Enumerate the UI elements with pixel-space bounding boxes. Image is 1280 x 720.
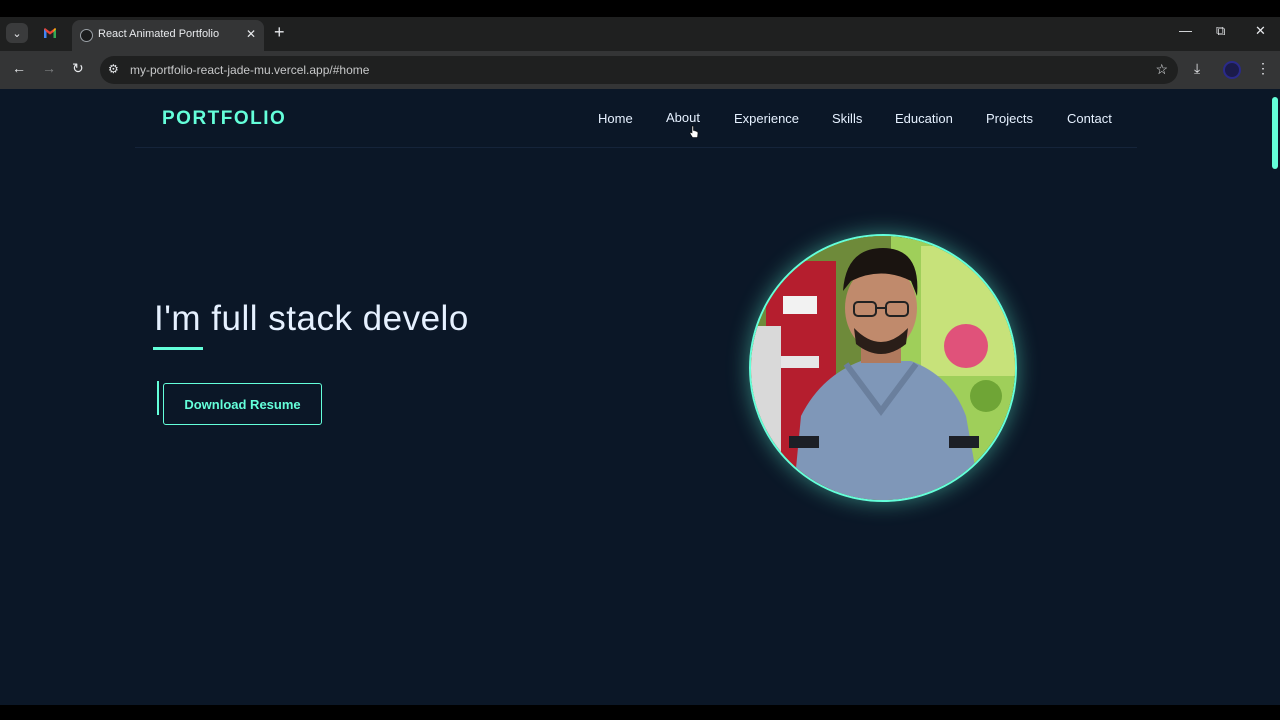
nav-link-about[interactable]: About [666, 110, 700, 125]
typing-caret [157, 381, 159, 415]
close-tab-icon[interactable]: ✕ [246, 27, 256, 41]
nav-link-home[interactable]: Home [598, 111, 633, 126]
site-logo[interactable]: PORTFOLIO [162, 108, 286, 130]
page-scrollbar-thumb[interactable] [1272, 97, 1278, 169]
download-icon[interactable]: ⤓ [1194, 60, 1200, 77]
gmail-icon[interactable] [43, 25, 57, 41]
minimize-icon[interactable]: — [1179, 23, 1192, 38]
nav-link-education[interactable]: Education [895, 111, 953, 126]
nav-link-contact[interactable]: Contact [1067, 111, 1112, 126]
screen-top-border [0, 0, 1280, 17]
back-icon[interactable]: ← [12, 60, 26, 76]
site-info-icon[interactable]: ⚙ [108, 62, 119, 76]
menu-kebab-icon[interactable]: ⋮ [1256, 60, 1270, 77]
favicon-icon [80, 29, 93, 42]
url-text[interactable]: my-portfolio-react-jade-mu.vercel.app/#h… [130, 63, 369, 77]
chevron-down-icon: ⌄ [12, 27, 22, 40]
restore-icon[interactable]: ⧉ [1216, 23, 1225, 39]
headline-accent-underline [153, 347, 203, 350]
tab-search-button[interactable]: ⌄ [6, 23, 28, 43]
tab-title: React Animated Portfolio [98, 28, 220, 40]
forward-icon[interactable]: → [42, 60, 56, 76]
nav-link-experience[interactable]: Experience [734, 111, 799, 126]
nav-link-skills[interactable]: Skills [832, 111, 862, 126]
browser-toolbar: ← → ↻ ⚙ my-portfolio-react-jade-mu.verce… [0, 51, 1280, 89]
profile-photo [749, 234, 1017, 502]
portfolio-page: PORTFOLIO Home About Experience Skills E… [0, 89, 1280, 705]
screen-bottom-border [0, 705, 1280, 720]
new-tab-button[interactable]: + [274, 22, 285, 43]
mouse-pointer-icon [689, 125, 699, 138]
hero-typing-headline: I'm full stack develo [154, 299, 469, 338]
close-window-icon[interactable]: ✕ [1255, 23, 1266, 39]
reload-icon[interactable]: ↻ [72, 60, 84, 77]
bookmark-star-icon[interactable]: ☆ [1155, 61, 1168, 78]
profile-avatar[interactable] [1223, 61, 1241, 79]
nav-link-projects[interactable]: Projects [986, 111, 1033, 126]
browser-tabstrip: ⌄ React Animated Portfolio ✕ + — ⧉ ✕ [0, 17, 1280, 51]
browser-tab-active[interactable]: React Animated Portfolio ✕ [72, 20, 264, 51]
address-bar[interactable]: ⚙ my-portfolio-react-jade-mu.vercel.app/… [100, 56, 1178, 84]
download-resume-button[interactable]: Download Resume [163, 383, 322, 425]
